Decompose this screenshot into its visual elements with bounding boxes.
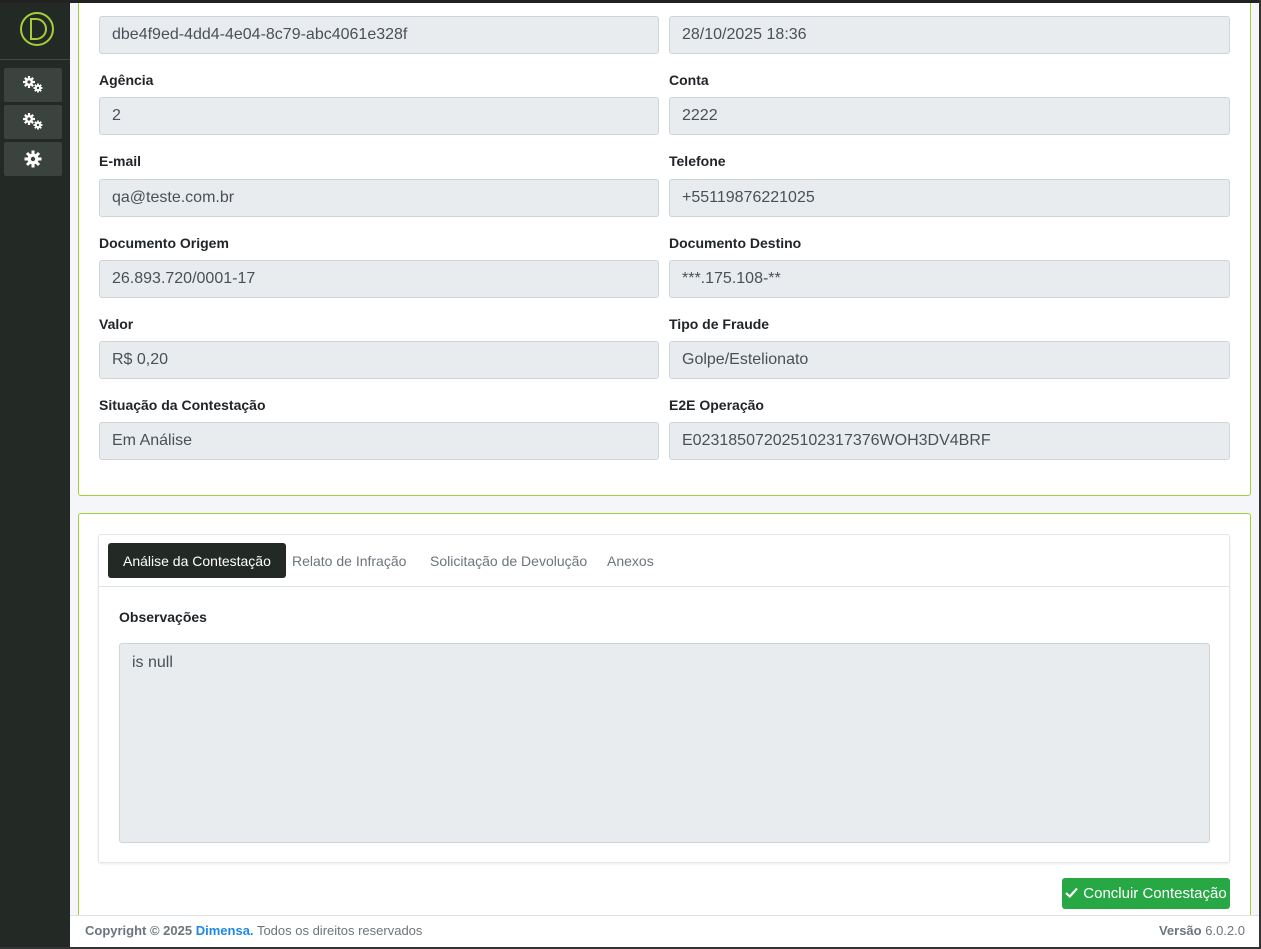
copyright-text: Copyright © 2025 [85, 923, 193, 938]
main-content: dbe4f9ed-4dd4-4e04-8c79-abc4061e328f 28/… [70, 0, 1259, 933]
tipo-fraude-field[interactable]: Golpe/Estelionato [669, 341, 1230, 379]
sidebar-item-settings-1[interactable] [4, 68, 62, 102]
conta-label: Conta [669, 72, 709, 88]
dimensa-link[interactable]: Dimensa. [196, 923, 254, 938]
tab-bar: Análise da Contestação Relato de Infraçã… [99, 535, 1229, 587]
telefone-field[interactable]: +55119876221025 [669, 179, 1230, 217]
tabs-panel: Análise da Contestação Relato de Infraçã… [98, 534, 1230, 863]
e2e-field[interactable]: E02318507202510231737​6WOH3DV4BRF [669, 422, 1230, 460]
tab-relato-infracao[interactable]: Relato de Infração [277, 543, 421, 578]
e2e-label: E2E Operação [669, 397, 764, 413]
tab-solicitacao-devolucao[interactable]: Solicitação de Devolução [415, 543, 602, 578]
doc-destino-label: Documento Destino [669, 235, 802, 251]
concluir-contestacao-label: Concluir Contestação [1083, 885, 1227, 902]
sidebar-item-settings-2[interactable] [4, 105, 62, 139]
footer: Copyright © 2025 Dimensa. Todos os direi… [70, 915, 1259, 947]
date-field[interactable]: 28/10/2025 18:36 [669, 16, 1230, 54]
email-label: E-mail [99, 153, 142, 169]
doc-origem-label: Documento Origem [99, 235, 229, 251]
sidebar-item-settings-3[interactable] [4, 142, 62, 176]
doc-destino-field[interactable]: ***.175.108-** [669, 260, 1230, 298]
observacoes-textarea[interactable]: is null [119, 643, 1210, 843]
concluir-contestacao-button[interactable]: Concluir Contestação [1062, 878, 1230, 909]
rights-text: Todos os direitos reservados [256, 923, 423, 938]
gears-icon [21, 75, 45, 95]
version-number: 6.0.2.0 [1205, 923, 1245, 938]
footer-version: Versão 6.0.2.0 [1159, 923, 1245, 938]
tab-anexos[interactable]: Anexos [592, 543, 669, 578]
check-icon [1065, 885, 1079, 902]
situacao-field[interactable]: Em Análise [99, 422, 659, 460]
gears-icon [21, 112, 45, 132]
situacao-label: Situação da Contestação [99, 397, 266, 413]
telefone-label: Telefone [669, 153, 726, 169]
gear-icon [23, 149, 43, 169]
tab-analise-contestacao[interactable]: Análise da Contestação [108, 543, 286, 578]
sidebar [0, 0, 70, 949]
doc-origem-field[interactable]: 26.893.720/0001-17 [99, 260, 659, 298]
dimensa-logo[interactable] [19, 11, 55, 47]
version-label: Versão [1158, 923, 1202, 938]
window-top-border [0, 0, 1261, 3]
contestation-details-card: dbe4f9ed-4dd4-4e04-8c79-abc4061e328f 28/… [78, 0, 1251, 496]
agencia-field[interactable]: 2 [99, 97, 659, 135]
observacoes-label: Observações [119, 609, 207, 625]
id-field[interactable]: dbe4f9ed-4dd4-4e04-8c79-abc4061e328f [99, 16, 659, 54]
valor-field[interactable]: R$ 0,20 [99, 341, 659, 379]
agencia-label: Agência [99, 72, 154, 88]
sidebar-divider [0, 59, 70, 60]
valor-label: Valor [99, 316, 134, 332]
footer-copyright: Copyright © 2025 Dimensa. Todos os direi… [85, 923, 422, 938]
email-field[interactable]: qa@teste.com.br [99, 179, 659, 217]
tipo-fraude-label: Tipo de Fraude [669, 316, 770, 332]
conta-field[interactable]: 2222 [669, 97, 1230, 135]
